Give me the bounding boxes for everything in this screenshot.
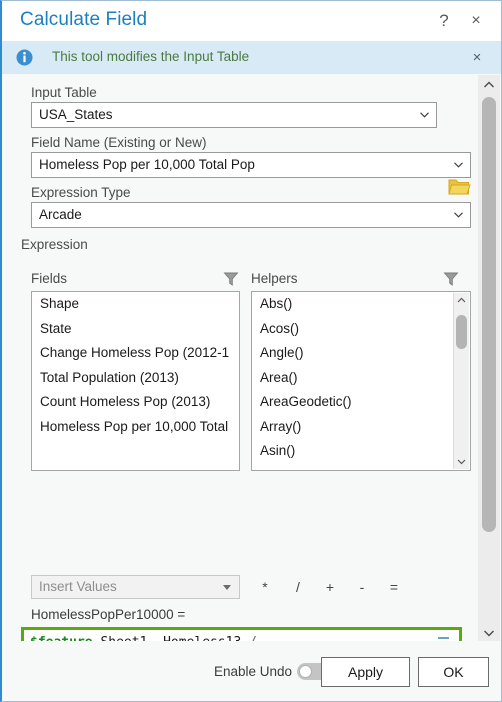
chevron-down-icon <box>223 585 231 590</box>
list-item[interactable]: AreaGeodetic() <box>252 390 470 415</box>
help-button[interactable]: ? <box>431 9 457 33</box>
operator-equals-button[interactable]: = <box>383 576 405 598</box>
info-banner: This tool modifies the Input Table × <box>2 41 501 74</box>
field-name-value: Homeless Pop per 10,000 Total Pop <box>39 157 255 172</box>
list-item[interactable]: Count Homeless Pop (2013) <box>32 390 239 415</box>
dialog-scrollbar-thumb[interactable] <box>482 97 496 532</box>
list-item[interactable]: State <box>32 317 239 342</box>
field-name-combobox[interactable]: Homeless Pop per 10,000 Total Pop <box>31 152 471 178</box>
fields-label: Fields <box>31 271 68 286</box>
enable-undo-label: Enable Undo <box>213 664 292 679</box>
expression-assignment-label: HomelessPopPer10000 = <box>31 607 186 622</box>
dialog-titlebar: Calculate Field ? × <box>2 1 501 41</box>
dialog-scrollbar[interactable] <box>478 75 500 643</box>
chevron-up-icon[interactable] <box>454 293 469 308</box>
helpers-scrollbar[interactable] <box>453 293 469 469</box>
operator-plus-button[interactable]: + <box>319 576 341 598</box>
list-item[interactable]: Asin() <box>252 439 470 464</box>
chevron-down-icon <box>454 162 463 168</box>
apply-button[interactable]: Apply <box>321 657 410 687</box>
list-item[interactable]: Total Population (2013) <box>32 366 239 391</box>
ok-button[interactable]: OK <box>418 657 489 687</box>
chevron-up-icon[interactable] <box>478 75 500 95</box>
browse-folder-button[interactable] <box>447 176 471 198</box>
operator-multiply-button[interactable]: * <box>254 576 276 598</box>
chevron-down-icon <box>420 112 429 118</box>
calculate-field-dialog: Calculate Field ? × This tool modifies t… <box>0 0 502 702</box>
banner-message: This tool modifies the Input Table <box>52 49 250 64</box>
fields-listbox[interactable]: Shape State Change Homeless Pop (2012-1 … <box>31 291 240 471</box>
helpers-scrollbar-thumb[interactable] <box>456 315 467 349</box>
chevron-down-icon[interactable] <box>454 454 469 469</box>
helpers-list: Abs() Acos() Angle() Area() AreaGeodetic… <box>252 292 470 471</box>
banner-close-button[interactable]: × <box>465 47 489 69</box>
list-item[interactable]: Area() <box>252 366 470 391</box>
input-table-combobox[interactable]: USA_States <box>31 102 437 128</box>
list-item[interactable]: Acos() <box>252 317 470 342</box>
input-table-value: USA_States <box>39 107 113 122</box>
expression-type-label: Expression Type <box>31 185 131 200</box>
toggle-knob <box>299 665 312 678</box>
expression-type-value: Arcade <box>39 207 82 222</box>
fields-list: Shape State Change Homeless Pop (2012-1 … <box>32 292 239 439</box>
insert-values-placeholder: Insert Values <box>39 579 117 594</box>
list-item[interactable]: Homeless Pop per 10,000 Total <box>32 415 239 440</box>
operator-minus-button[interactable]: - <box>351 576 373 598</box>
list-item[interactable]: Change Homeless Pop (2012-1 <box>32 341 239 366</box>
fields-filter-icon[interactable] <box>223 271 239 287</box>
operator-divide-button[interactable]: / <box>287 576 309 598</box>
insert-values-dropdown[interactable]: Insert Values <box>31 575 240 599</box>
info-icon <box>16 49 33 66</box>
list-item[interactable]: Shape <box>32 292 239 317</box>
input-table-label: Input Table <box>31 85 97 100</box>
field-name-label: Field Name (Existing or New) <box>31 135 207 150</box>
helpers-listbox[interactable]: Abs() Acos() Angle() Area() AreaGeodetic… <box>251 291 471 471</box>
chevron-down-icon[interactable] <box>478 623 500 643</box>
helpers-label: Helpers <box>251 271 298 286</box>
expression-section-label: Expression <box>21 237 88 252</box>
list-item[interactable]: Array() <box>252 415 470 440</box>
close-button[interactable]: × <box>463 9 489 33</box>
list-item[interactable]: Atan() <box>252 464 470 471</box>
list-item[interactable]: Abs() <box>252 292 470 317</box>
chevron-down-icon <box>454 212 463 218</box>
expression-type-combobox[interactable]: Arcade <box>31 202 471 228</box>
list-item[interactable]: Angle() <box>252 341 470 366</box>
helpers-filter-icon[interactable] <box>443 271 459 287</box>
dialog-footer: Enable Undo Apply OK <box>2 641 501 701</box>
dialog-content: Input Table USA_States Field Name (Exist… <box>2 75 480 701</box>
page-title: Calculate Field <box>20 9 148 30</box>
